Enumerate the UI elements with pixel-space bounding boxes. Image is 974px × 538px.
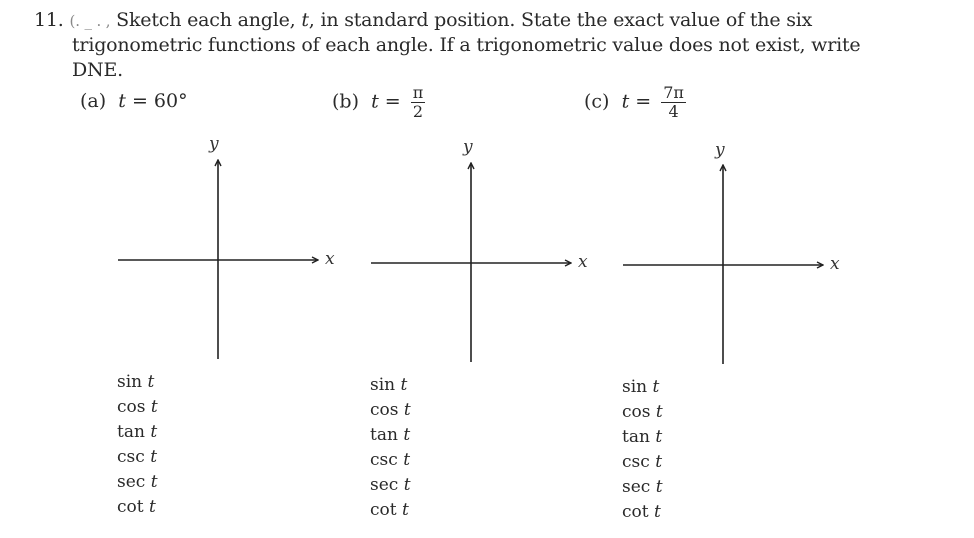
fn-name: sec xyxy=(370,475,399,495)
fn-arg: t xyxy=(400,375,408,395)
fn-name: sin xyxy=(117,372,143,392)
function-list-a: sin t cos t tan t csc t sec t cot t xyxy=(117,372,158,522)
fn-name: csc xyxy=(622,452,650,472)
fn-name: tan xyxy=(622,427,650,447)
y-axis-label-b: y xyxy=(463,137,473,157)
fn-name: cot xyxy=(370,500,397,520)
fn-arg: t xyxy=(655,452,663,472)
fn-arg: t xyxy=(652,377,660,397)
fn-name: tan xyxy=(370,425,398,445)
fn-arg: t xyxy=(150,422,158,442)
fn-sec-a: sec t xyxy=(117,472,158,497)
fn-name: sin xyxy=(370,375,396,395)
fn-tan-c: tan t xyxy=(622,427,663,452)
fn-arg: t xyxy=(655,427,663,447)
fn-arg: t xyxy=(655,402,663,422)
fn-name: cos xyxy=(622,402,651,422)
fn-csc-a: csc t xyxy=(117,447,158,472)
fn-csc-b: csc t xyxy=(370,450,411,475)
fn-name: cos xyxy=(370,400,399,420)
fn-cos-c: cos t xyxy=(622,402,663,427)
fn-name: sec xyxy=(622,477,651,497)
fn-arg: t xyxy=(150,447,158,467)
fn-arg: t xyxy=(402,500,409,520)
fn-name: csc xyxy=(117,447,145,467)
fn-arg: t xyxy=(150,472,158,492)
fn-name: cot xyxy=(117,497,144,517)
fn-tan-b: tan t xyxy=(370,425,411,450)
fn-cot-c: cot t xyxy=(622,502,663,527)
x-axis-label-b: x xyxy=(578,252,588,272)
fn-cos-a: cos t xyxy=(117,397,158,422)
function-list-c: sin t cos t tan t csc t sec t cot t xyxy=(622,377,663,527)
fn-sin-c: sin t xyxy=(622,377,663,402)
x-axis-label-a: x xyxy=(325,249,335,269)
fn-cot-a: cot t xyxy=(117,497,158,522)
fn-name: cot xyxy=(622,502,649,522)
fn-sec-b: sec t xyxy=(370,475,411,500)
fn-name: cos xyxy=(117,397,146,417)
fn-arg: t xyxy=(403,425,411,445)
fn-sin-b: sin t xyxy=(370,375,411,400)
fn-sin-a: sin t xyxy=(117,372,158,397)
fn-arg: t xyxy=(654,502,661,522)
fn-arg: t xyxy=(149,497,156,517)
fn-arg: t xyxy=(147,372,155,392)
fn-sec-c: sec t xyxy=(622,477,663,502)
axes-b xyxy=(371,163,571,362)
fn-arg: t xyxy=(403,450,411,470)
fn-csc-c: csc t xyxy=(622,452,663,477)
function-list-b: sin t cos t tan t csc t sec t cot t xyxy=(370,375,411,525)
fn-tan-a: tan t xyxy=(117,422,158,447)
fn-name: sec xyxy=(117,472,146,492)
axes-a xyxy=(118,160,318,359)
fn-arg: t xyxy=(150,397,158,417)
fn-cot-b: cot t xyxy=(370,500,411,525)
fn-arg: t xyxy=(655,477,663,497)
fn-name: sin xyxy=(622,377,648,397)
x-axis-label-c: x xyxy=(830,254,840,274)
y-axis-label-a: y xyxy=(209,134,219,154)
fn-arg: t xyxy=(403,400,411,420)
fn-name: tan xyxy=(117,422,145,442)
axes-c xyxy=(623,165,823,364)
fn-cos-b: cos t xyxy=(370,400,411,425)
y-axis-label-c: y xyxy=(715,140,725,160)
fn-arg: t xyxy=(403,475,411,495)
fn-name: csc xyxy=(370,450,398,470)
